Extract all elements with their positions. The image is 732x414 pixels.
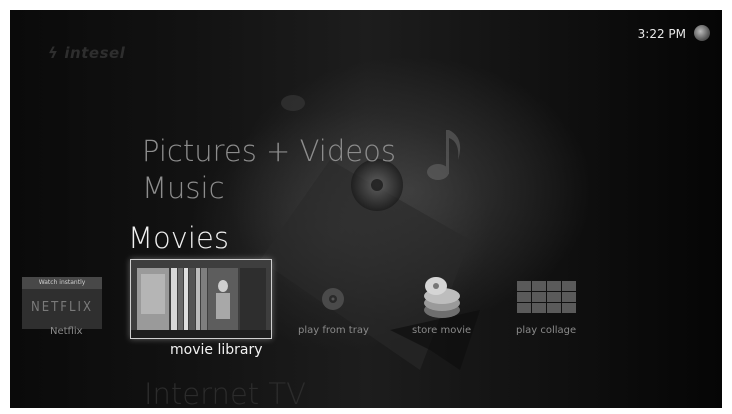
menu-pictures-videos[interactable]: Pictures + Videos (142, 134, 396, 168)
music-note-icon (427, 130, 461, 180)
disc-icon[interactable] (320, 286, 346, 312)
dvd-shelf-icon (131, 260, 271, 338)
netflix-logo: NETFLIX (31, 300, 93, 315)
background-art (260, 95, 480, 370)
netflix-tile[interactable]: Watch instantly NETFLIX (22, 277, 102, 329)
netflix-label: Netflix (50, 326, 83, 337)
collage-grid-icon[interactable] (517, 281, 577, 313)
movie-library-label: movie library (170, 342, 263, 358)
brand-name: intesel (64, 44, 126, 62)
brand-logo-icon: ϟ (48, 44, 59, 62)
menu-movies[interactable]: Movies (128, 221, 229, 255)
media-center-screen: ϟ intesel 3:22 PM Pictures + Videos Music… (10, 10, 722, 408)
play-collage-label[interactable]: play collage (516, 325, 576, 336)
brand-logo: ϟ intesel (48, 44, 125, 62)
menu-internet-tv[interactable]: Internet TV (144, 377, 306, 408)
menu-music[interactable]: Music (142, 171, 225, 205)
movie-library-tile[interactable] (130, 259, 272, 339)
play-from-tray-label[interactable]: play from tray (298, 325, 369, 336)
status-orb-icon[interactable] (694, 25, 710, 41)
clock: 3:22 PM (637, 27, 686, 41)
netflix-banner: Watch instantly (22, 277, 102, 289)
disc-stack-icon[interactable] (414, 272, 466, 322)
store-movie-label[interactable]: store movie (412, 325, 471, 336)
